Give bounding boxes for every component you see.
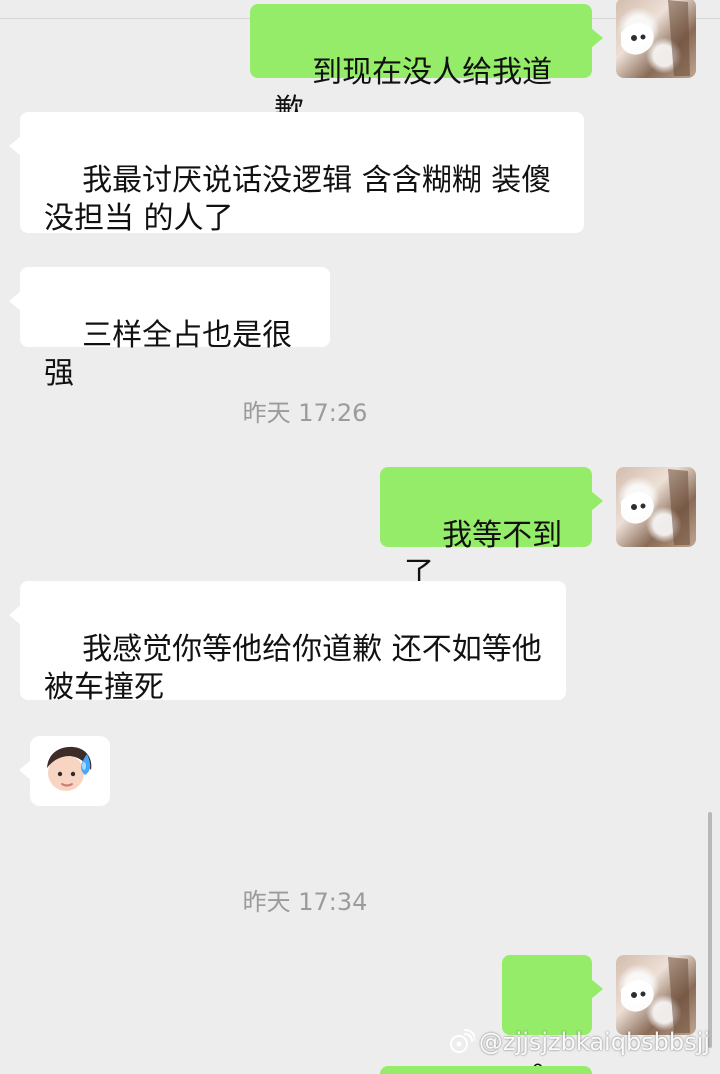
watermark: @zjjsjzbkaiqbsbbsjj <box>447 1028 710 1056</box>
avatar-photo-icon <box>621 469 690 545</box>
message-text: 我最讨厌说话没逻辑 含含糊糊 装傻 没担当 的人了 <box>44 163 552 236</box>
chat-window: 到现在没人给我道歉 我最讨厌说话没逻辑 含含糊糊 装傻 没担当 的人了 三样全占… <box>0 0 720 1074</box>
message-timestamp: 昨天 17:34 <box>242 888 368 916</box>
message-bubble-right[interactable]: 到现在没人给我道歉 <box>250 4 603 128</box>
watermark-text: @zjjsjzbkaiqbsbbsjj <box>478 1028 710 1056</box>
user-avatar[interactable] <box>616 955 696 1035</box>
vertical-scrollbar[interactable] <box>708 812 712 1048</box>
weibo-icon <box>449 1029 475 1053</box>
message-bubble-right[interactable]: 我等不到了 <box>380 467 603 591</box>
message-text: 我感觉你等他给你道歉 还不如等他 被车撞死 <box>44 632 542 705</box>
avatar-photo-icon <box>621 0 690 76</box>
message-bubble-left[interactable]: 我最讨厌说话没逻辑 含含糊糊 装傻 没担当 的人了 <box>9 112 584 236</box>
sticker-message[interactable] <box>19 736 110 806</box>
message-bubble-left[interactable]: 我感觉你等他给你道歉 还不如等他 被车撞死 <box>9 581 566 705</box>
user-avatar[interactable] <box>616 467 696 547</box>
message-bubble-left[interactable]: 三样全占也是很强 <box>9 267 330 391</box>
message-timestamp: 昨天 17:26 <box>242 399 368 427</box>
user-avatar[interactable] <box>616 0 696 78</box>
avatar-photo-icon <box>621 957 690 1033</box>
message-text: 三样全占也是很强 <box>44 318 293 391</box>
girl-sweat-sticker-icon <box>47 746 92 791</box>
message-bubble-right[interactable]: 。 <box>502 955 603 1074</box>
partial-message-bubble <box>380 1066 592 1074</box>
